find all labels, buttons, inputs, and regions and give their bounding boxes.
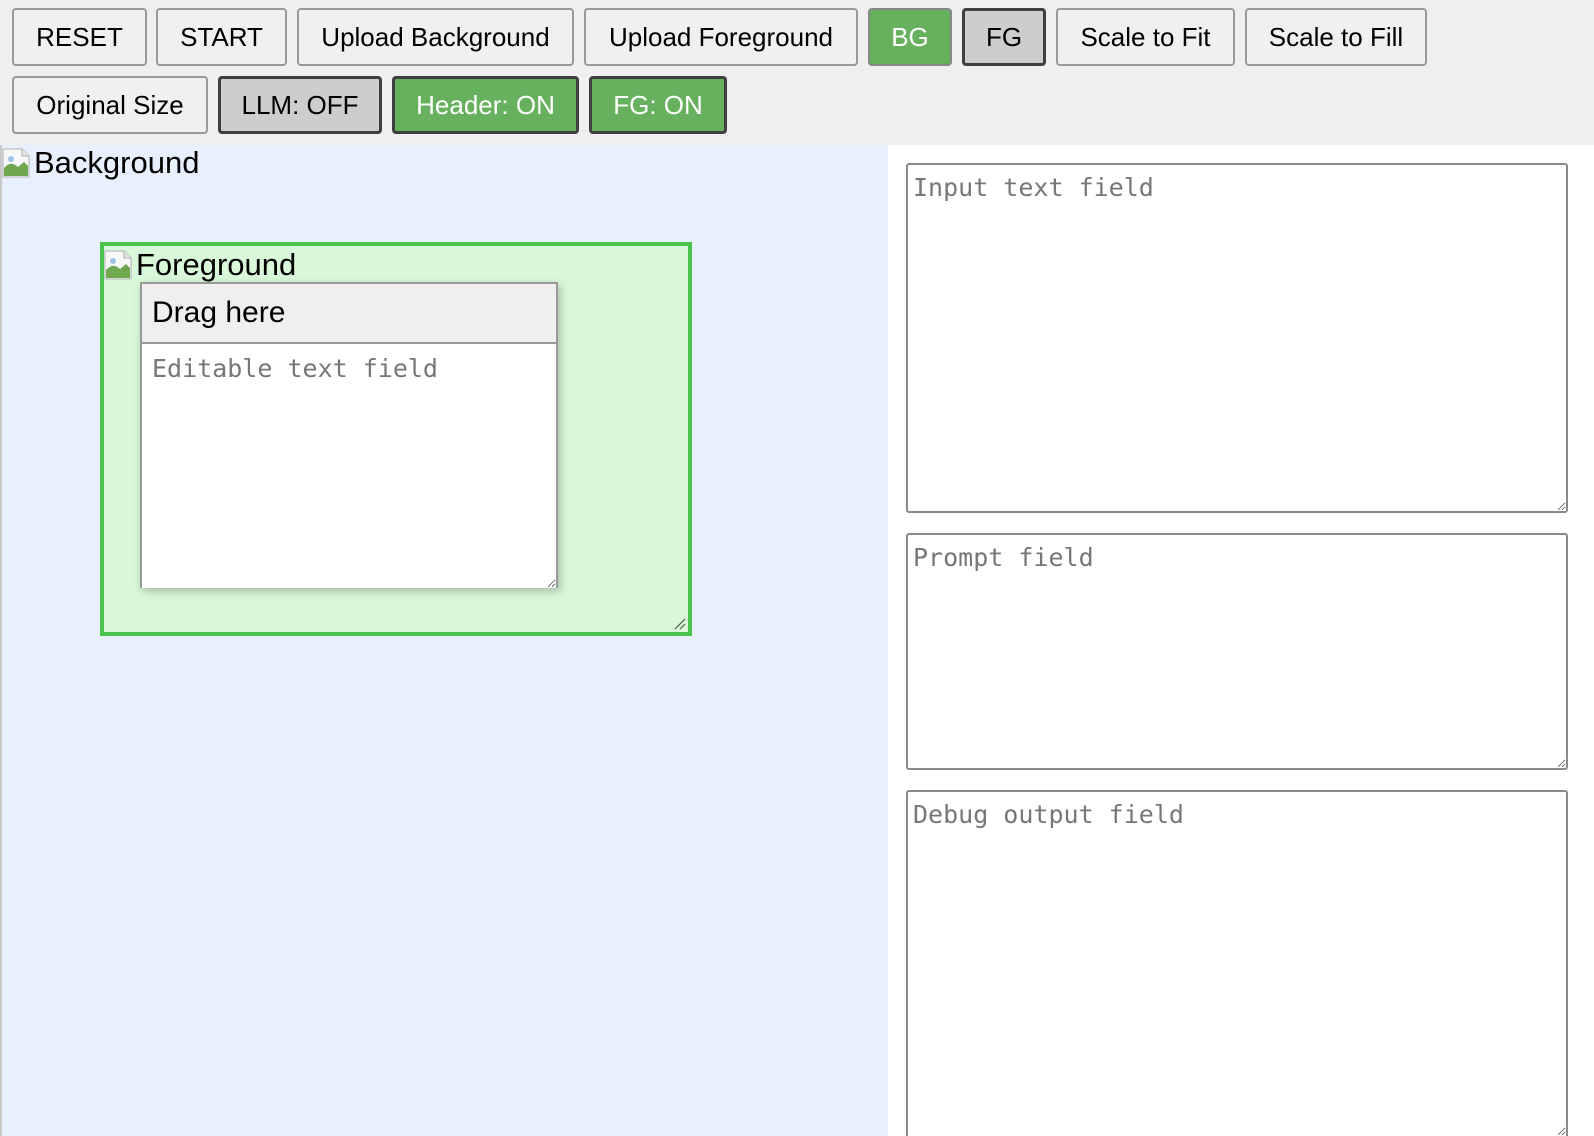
debug-output-field[interactable] — [906, 790, 1568, 1136]
drag-handle[interactable]: Drag here — [142, 284, 556, 344]
scale-to-fill-button[interactable]: Scale to Fill — [1245, 8, 1427, 66]
fg-mode-button[interactable]: FG — [962, 8, 1046, 66]
broken-image-icon — [2, 148, 32, 178]
foreground-alt-text: Foreground — [136, 247, 297, 282]
input-text-field[interactable] — [906, 163, 1568, 513]
background-alt-text: Background — [34, 145, 200, 180]
draggable-text-panel[interactable]: Drag here — [140, 282, 558, 588]
editable-text-field[interactable] — [142, 344, 556, 588]
background-image: Background — [2, 145, 199, 181]
broken-image-icon — [104, 250, 134, 280]
original-size-button[interactable]: Original Size — [12, 76, 208, 134]
upload-foreground-button[interactable]: Upload Foreground — [584, 8, 858, 66]
drag-handle-label: Drag here — [152, 296, 286, 329]
start-button[interactable]: START — [156, 8, 287, 66]
reset-button[interactable]: RESET — [12, 8, 147, 66]
bg-mode-button[interactable]: BG — [868, 8, 952, 66]
foreground-image: Foreground — [104, 247, 296, 283]
llm-toggle-button[interactable]: LLM: OFF — [218, 76, 382, 134]
prompt-field[interactable] — [906, 533, 1568, 770]
fg-toggle-button[interactable]: FG: ON — [589, 76, 727, 134]
resize-grip-icon[interactable] — [672, 616, 686, 630]
toolbar: RESET START Upload Background Upload For… — [0, 0, 1594, 145]
scale-to-fit-button[interactable]: Scale to Fit — [1056, 8, 1235, 66]
header-toggle-button[interactable]: Header: ON — [392, 76, 579, 134]
upload-background-button[interactable]: Upload Background — [297, 8, 574, 66]
